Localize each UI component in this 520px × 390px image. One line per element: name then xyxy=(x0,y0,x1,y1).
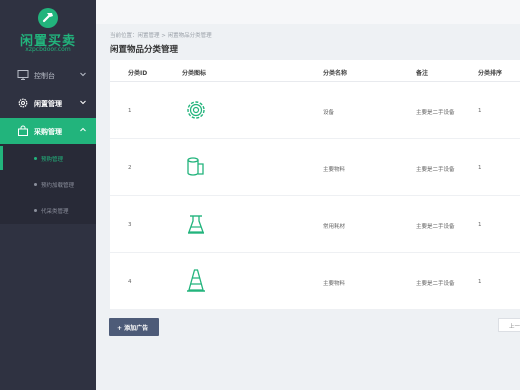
hammer-logo-icon xyxy=(38,8,58,28)
table-row[interactable]: 3 常用耗材 主要是二手设备 1 xyxy=(110,196,520,253)
logo[interactable]: 闲置买卖 xzpcbdoor.com xyxy=(0,0,96,58)
cell-order: 1 xyxy=(478,279,482,285)
chevron-up-icon xyxy=(80,127,86,132)
add-button-label: + 添加广告 xyxy=(117,325,149,332)
bullet-icon xyxy=(34,157,37,160)
cell-id: 4 xyxy=(128,279,132,285)
category-table: 分类ID 分类图标 分类名称 备注 分类排序 1 设备 主要是二手设备 1 2 … xyxy=(110,60,520,310)
subnav-label: 代采类管理 xyxy=(41,209,69,215)
subnav: 预购管理 预约加载管理 代采类管理 xyxy=(0,144,96,224)
prev-button-label: 上一页 xyxy=(509,324,520,330)
sidebar: 闲置买卖 xzpcbdoor.com 控制台 闲置管理 采购管理 预购管理 预约… xyxy=(0,0,96,390)
column-header-id: 分类ID xyxy=(128,70,148,77)
nav-label: 闲置管理 xyxy=(34,100,62,108)
cell-order: 1 xyxy=(478,222,482,228)
traffic-cone-icon xyxy=(187,269,205,292)
nav-item-console[interactable]: 控制台 xyxy=(0,62,96,88)
page-title: 闲置物品分类管理 xyxy=(110,45,179,55)
monitor-icon xyxy=(17,70,29,80)
subnav-item-prepurchase[interactable]: 预购管理 xyxy=(0,146,96,170)
cell-id: 2 xyxy=(128,165,132,171)
column-header-note: 备注 xyxy=(416,70,429,77)
subnav-item-proxy-purchase[interactable]: 代采类管理 xyxy=(0,198,96,222)
chevron-down-icon xyxy=(80,72,86,77)
flask-icon xyxy=(188,215,204,234)
cell-name: 设备 xyxy=(323,110,335,116)
cell-name: 主要物料 xyxy=(323,281,346,287)
cell-name: 常用耗材 xyxy=(323,224,346,230)
bullet-icon xyxy=(34,209,37,212)
nav-item-purchase-management[interactable]: 采购管理 xyxy=(0,118,96,144)
logo-subtitle: xzpcbdoor.com xyxy=(25,46,71,53)
column-header-name: 分类名称 xyxy=(323,70,348,77)
table-row[interactable]: 2 主要物料 主要是二手设备 1 xyxy=(110,139,520,196)
column-header-icon: 分类图标 xyxy=(182,70,207,77)
cell-name: 主要物料 xyxy=(323,167,346,173)
cell-order: 1 xyxy=(478,108,482,114)
cell-id: 3 xyxy=(128,222,132,228)
gear-icon xyxy=(18,98,28,108)
top-bar xyxy=(96,0,520,24)
prev-page-button[interactable]: 上一页 xyxy=(498,318,520,332)
breadcrumb: 当前位置：闲置管理 > 闲置物品分类管理 xyxy=(110,33,212,39)
subnav-label: 预购管理 xyxy=(41,157,64,163)
cell-order: 1 xyxy=(478,165,482,171)
gear-icon xyxy=(187,101,205,119)
add-ad-button[interactable]: + 添加广告 xyxy=(109,318,159,336)
cell-note: 主要是二手设备 xyxy=(416,167,455,173)
table-row[interactable]: 4 主要物料 主要是二手设备 1 xyxy=(110,253,520,310)
cylinder-icon xyxy=(187,157,204,176)
nav-label: 采购管理 xyxy=(34,128,62,136)
subnav-item-reservation[interactable]: 预约加载管理 xyxy=(0,172,96,196)
nav-item-idle-management[interactable]: 闲置管理 xyxy=(0,90,96,116)
table-row[interactable]: 1 设备 主要是二手设备 1 xyxy=(110,82,520,139)
subnav-label: 预约加载管理 xyxy=(41,183,75,189)
active-indicator xyxy=(0,146,3,170)
column-header-order: 分类排序 xyxy=(478,70,503,77)
cart-icon xyxy=(18,125,28,136)
cell-id: 1 xyxy=(128,108,132,114)
table-header: 分类ID 分类图标 分类名称 备注 分类排序 xyxy=(110,60,520,82)
chevron-down-icon xyxy=(80,100,86,105)
cell-note: 主要是二手设备 xyxy=(416,281,455,287)
nav-label: 控制台 xyxy=(34,72,55,80)
cell-note: 主要是二手设备 xyxy=(416,224,455,230)
cell-note: 主要是二手设备 xyxy=(416,110,455,116)
bullet-icon xyxy=(34,183,37,186)
